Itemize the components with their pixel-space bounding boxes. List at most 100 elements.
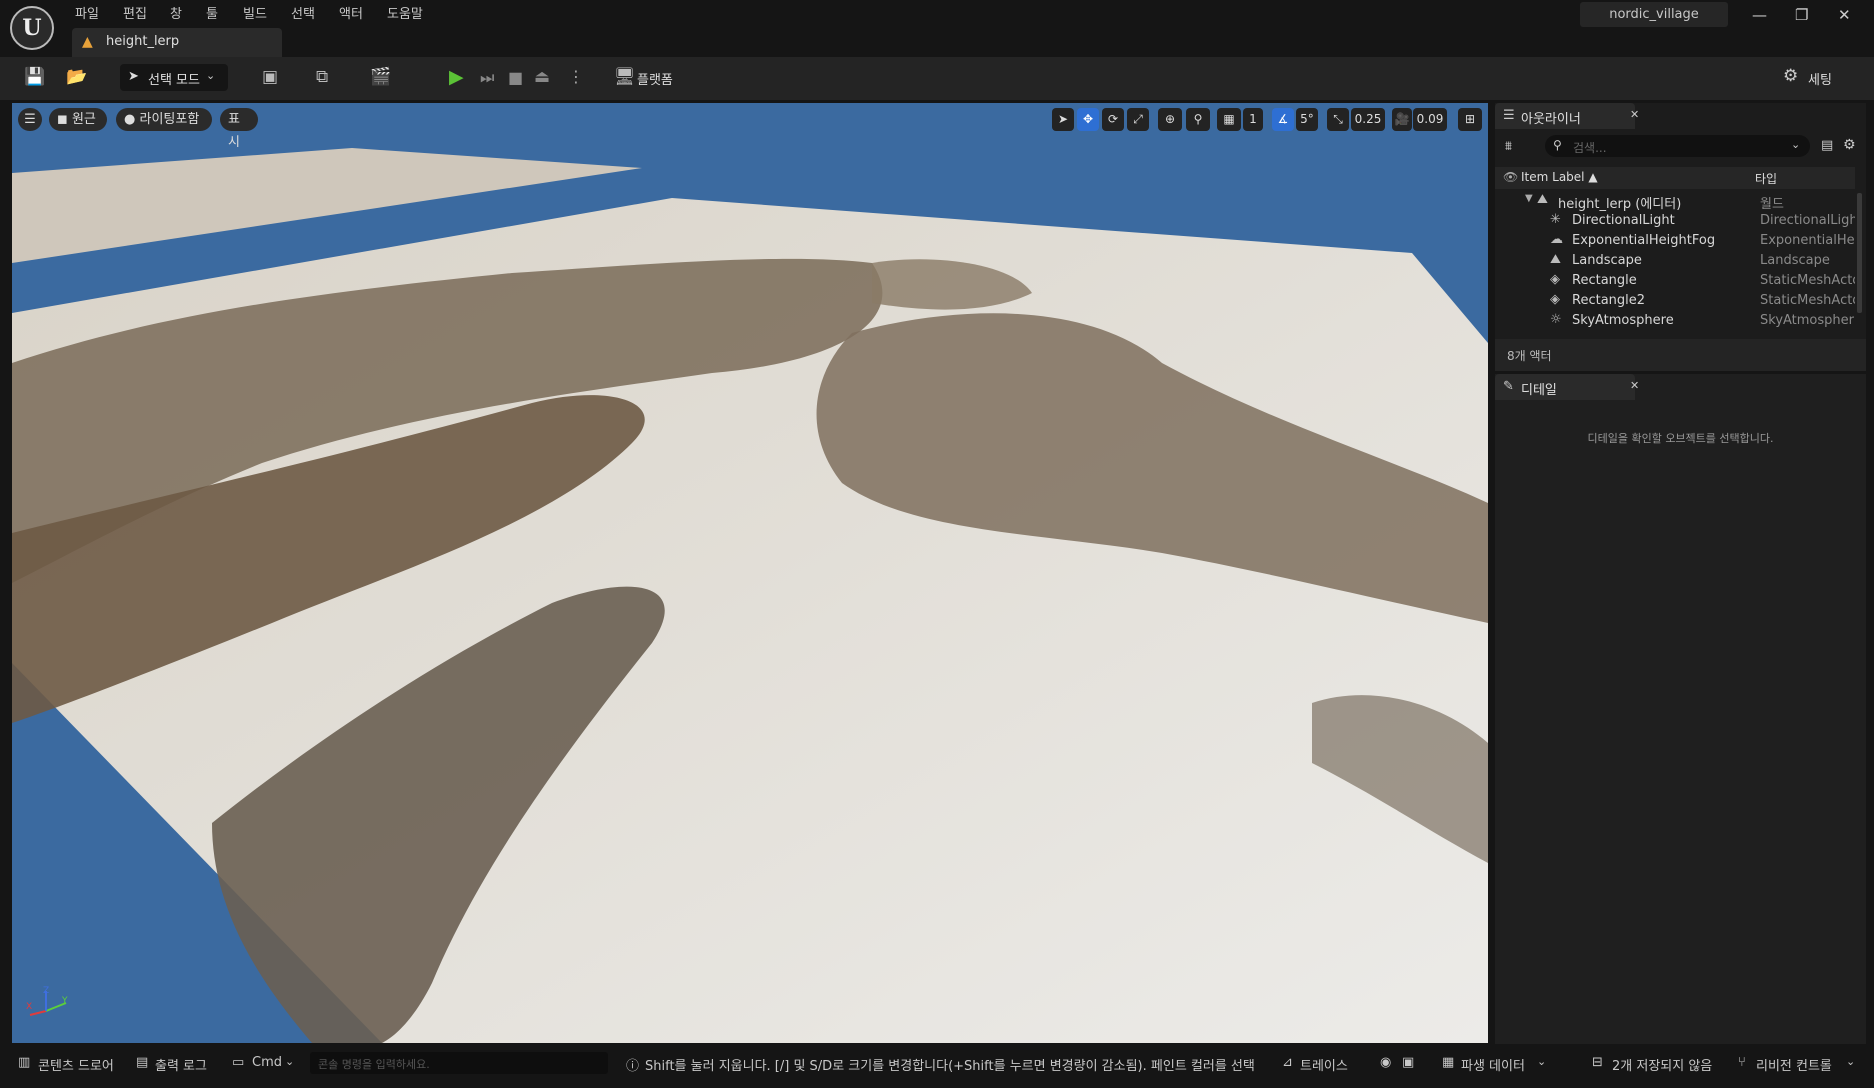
chevron-down-icon[interactable]: ⌄ (1537, 1055, 1546, 1068)
grid-size-value[interactable]: 1 (1243, 108, 1263, 131)
content-drawer-button[interactable]: 콘텐츠 드로어 (38, 1055, 114, 1074)
stop-icon[interactable]: ■ (508, 68, 523, 87)
grid-snap-icon[interactable]: ▦ (1217, 108, 1241, 131)
output-log-button[interactable]: 출력 로그 (155, 1055, 207, 1074)
minimize-button[interactable]: — (1752, 6, 1767, 24)
save-icon[interactable]: 💾 (24, 67, 45, 87)
outliner-root-row[interactable]: ▼ ⛰ height_lerp (에디터) 월드 (1495, 191, 1855, 212)
main-toolbar (0, 57, 1874, 100)
select-mode-label: 선택 모드 (148, 73, 200, 88)
eject-icon[interactable]: ⏏ (534, 67, 550, 87)
actor-count: 8개 액터 (1507, 349, 1552, 363)
menu-window[interactable]: 창 (170, 3, 182, 22)
record-icon[interactable]: ◉ (1380, 1055, 1391, 1070)
derived-data-button[interactable]: 파생 데이터 (1461, 1055, 1525, 1074)
platform-label[interactable]: 플랫폼 (637, 69, 673, 88)
outliner-title: 아웃라이너 (1521, 112, 1581, 127)
show-button[interactable]: 표시 (220, 108, 258, 150)
fog-icon: ☁ (1550, 232, 1563, 247)
gear-icon[interactable]: ⚙ (1783, 66, 1798, 86)
outliner-row[interactable]: ☁ ExponentialHeightFog ExponentialHei (1495, 231, 1855, 251)
unsaved-count[interactable]: 2개 저장되지 않음 (1612, 1055, 1712, 1074)
menu-build[interactable]: 빌드 (243, 3, 267, 22)
more-options-icon[interactable]: ⋮ (568, 67, 584, 86)
outliner-row[interactable]: ✳ DirectionalLight DirectionalLigh (1495, 211, 1855, 231)
camera-icon[interactable]: ▣ (1402, 1055, 1414, 1070)
platform-icon[interactable]: 🖥 (614, 67, 636, 87)
axis-x-label: X (26, 1002, 33, 1012)
derived-data-icon: ▦ (1442, 1055, 1455, 1070)
cmd-dropdown[interactable]: Cmd (252, 1055, 282, 1070)
step-icon[interactable]: ⏭ (480, 68, 494, 88)
perspective-button[interactable]: ◼ 원근 (49, 108, 107, 131)
sky-atmosphere-icon: ☼ (1550, 312, 1562, 327)
cinematics-icon[interactable]: 🎬 (370, 67, 391, 87)
camera-speed-value[interactable]: 0.09 (1413, 108, 1447, 131)
scale-snap-icon[interactable]: ⤡ (1327, 108, 1349, 131)
root-name: height_lerp (에디터) (1558, 197, 1682, 212)
maximize-button[interactable]: ❐ (1795, 6, 1808, 24)
row-type: ExponentialHei (1760, 233, 1855, 248)
menu-actor[interactable]: 액터 (339, 3, 363, 22)
info-icon: ⓘ (626, 1059, 640, 1074)
chevron-down-icon[interactable]: ⌄ (285, 1055, 294, 1068)
outliner-settings-icon[interactable]: ⚙ (1843, 137, 1856, 153)
chevron-down-icon[interactable]: ⌄ (1846, 1055, 1855, 1068)
select-tool-icon[interactable]: ➤ (1052, 108, 1074, 131)
revision-control-button[interactable]: 리비전 컨트롤 (1756, 1055, 1832, 1074)
outliner-panel: ☰ 아웃라이너 ✕ ⩩ ⚲ 검색... ⌄ ▤ ⚙ 👁 Item Label ▲… (1495, 103, 1866, 371)
menu-edit[interactable]: 편집 (123, 3, 147, 22)
outliner-icon: ☰ (1503, 108, 1515, 123)
visibility-eye-icon[interactable]: 👁 (1503, 170, 1518, 184)
surface-snap-icon[interactable]: ⚲ (1186, 108, 1210, 131)
lighting-button[interactable]: ● 라이팅포함 (116, 108, 212, 131)
menu-select[interactable]: 선택 (291, 3, 315, 22)
unreal-logo-icon[interactable]: U (10, 6, 54, 50)
level-icon: ▲ (82, 34, 93, 50)
outliner-row[interactable]: ◈ Rectangle2 StaticMeshActo (1495, 291, 1855, 311)
cmd-icon: ▭ (232, 1055, 245, 1070)
col-type[interactable]: 타입 (1755, 170, 1777, 187)
landscape-icon: ⛰ (1550, 252, 1561, 267)
play-icon[interactable]: ▶ (449, 66, 464, 88)
trace-icon: ⊿ (1282, 1055, 1293, 1070)
row-type: DirectionalLigh (1760, 213, 1855, 228)
menu-file[interactable]: 파일 (75, 3, 99, 22)
add-folder-icon[interactable]: ▤ (1821, 138, 1833, 153)
level-viewport[interactable] (12, 103, 1488, 1043)
menu-help[interactable]: 도움말 (387, 3, 423, 22)
content-drawer-icon: ▥ (18, 1055, 31, 1070)
blueprint-icon[interactable]: ⧉ (316, 67, 328, 87)
details-tab[interactable] (1495, 374, 1635, 400)
rotation-snap-value[interactable]: 5° (1296, 108, 1318, 131)
world-space-icon[interactable]: ⊕ (1158, 108, 1182, 131)
details-close-icon[interactable]: ✕ (1630, 379, 1639, 392)
scale-tool-icon[interactable]: ⤢ (1127, 108, 1149, 131)
outliner-row[interactable]: ◈ Rectangle StaticMeshActo (1495, 271, 1855, 291)
details-empty-message: 디테일을 확인할 오브젝트를 선택합니다. (1587, 432, 1774, 445)
col-item-label[interactable]: Item Label ▲ (1521, 170, 1598, 184)
static-mesh-icon: ◈ (1550, 272, 1560, 287)
row-type: Landscape (1760, 253, 1830, 268)
add-actor-icon[interactable]: ▣ (262, 67, 278, 87)
search-dropdown-icon[interactable]: ⌄ (1791, 138, 1800, 151)
close-button[interactable]: ✕ (1838, 6, 1851, 24)
viewport-menu-button[interactable]: ☰ (18, 108, 42, 131)
move-tool-icon[interactable]: ✥ (1077, 108, 1099, 131)
scale-snap-value[interactable]: 0.25 (1351, 108, 1385, 131)
settings-label[interactable]: 세팅 (1808, 69, 1832, 88)
outliner-row[interactable]: ⛰ Landscape Landscape (1495, 251, 1855, 271)
rotation-snap-icon[interactable]: ∡ (1272, 108, 1294, 131)
filter-icon[interactable]: ⩩ (1505, 139, 1512, 154)
outliner-row[interactable]: ☼ SkyAtmosphere SkyAtmospher (1495, 311, 1855, 331)
menu-tools[interactable]: 툴 (206, 3, 218, 22)
rotate-tool-icon[interactable]: ⟳ (1102, 108, 1124, 131)
trace-button[interactable]: 트레이스 (1300, 1055, 1348, 1074)
outliner-close-icon[interactable]: ✕ (1630, 108, 1639, 121)
camera-speed-icon[interactable]: 🎥 (1392, 108, 1412, 131)
row-name: ExponentialHeightFog (1572, 233, 1716, 248)
outliner-scrollbar[interactable] (1857, 193, 1862, 313)
viewport-layout-icon[interactable]: ⊞ (1458, 108, 1482, 131)
browse-icon[interactable]: 📂 (66, 67, 87, 87)
collapse-icon[interactable]: ▼ (1525, 193, 1533, 204)
